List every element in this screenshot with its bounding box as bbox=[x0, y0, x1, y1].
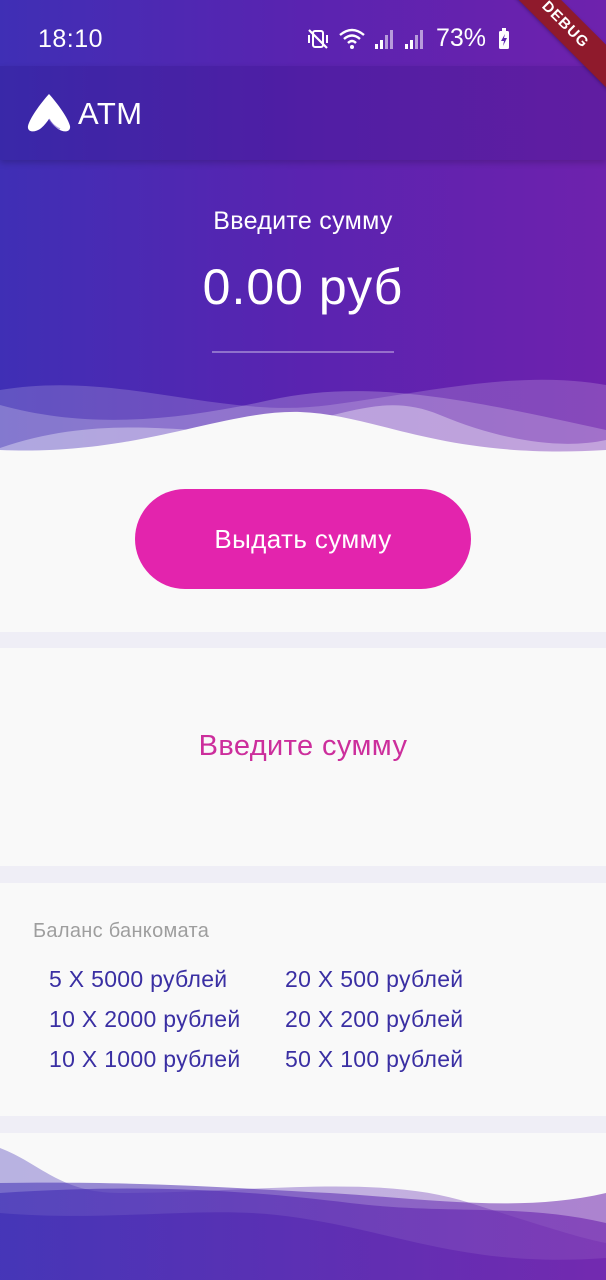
message-text: Введите сумму bbox=[198, 730, 408, 762]
balance-item: 20 X 200 рублей bbox=[285, 1006, 464, 1032]
balance-card: Баланс банкомата 5 X 5000 рублей 20 X 50… bbox=[0, 883, 606, 1116]
balance-item: 50 X 100 рублей bbox=[285, 1046, 464, 1072]
balance-list: 5 X 5000 рублей 20 X 500 рублей 10 X 200… bbox=[49, 967, 505, 1071]
signal-icon bbox=[374, 27, 396, 51]
balance-item: 10 X 1000 рублей bbox=[49, 1046, 241, 1072]
message-card: Введите сумму bbox=[0, 648, 606, 866]
status-time: 18:10 bbox=[38, 25, 104, 53]
battery-percent: 73% bbox=[435, 24, 486, 52]
signal-icon bbox=[404, 27, 426, 51]
balance-title: Баланс банкомата bbox=[33, 920, 210, 942]
balance-item: 5 X 5000 рублей bbox=[49, 966, 228, 992]
footer-wave-decoration bbox=[0, 1148, 606, 1280]
amount-input-underline bbox=[212, 351, 394, 353]
wifi-icon bbox=[338, 27, 366, 51]
app-title: ATM bbox=[78, 96, 143, 131]
atm-logo-icon bbox=[26, 92, 72, 139]
balance-item: 20 X 500 рублей bbox=[285, 966, 464, 992]
amount-input[interactable]: 0.00 руб bbox=[0, 258, 606, 316]
battery-charging-icon bbox=[498, 27, 510, 50]
hero-wave-decoration bbox=[0, 379, 606, 460]
balance-item: 10 X 2000 рублей bbox=[49, 1006, 241, 1032]
footer-decoration bbox=[0, 1133, 606, 1280]
amount-prompt-label: Введите сумму bbox=[213, 207, 393, 235]
action-section: Выдать сумму bbox=[0, 454, 606, 632]
header-hero: 18:10 73% ATM Введите сумму 0.00 руб DEB… bbox=[0, 0, 606, 460]
app-bar: ATM bbox=[0, 66, 606, 160]
status-icons: 73% bbox=[306, 24, 510, 53]
withdraw-button[interactable]: Выдать сумму bbox=[135, 489, 471, 589]
mute-vibrate-icon bbox=[306, 27, 330, 51]
